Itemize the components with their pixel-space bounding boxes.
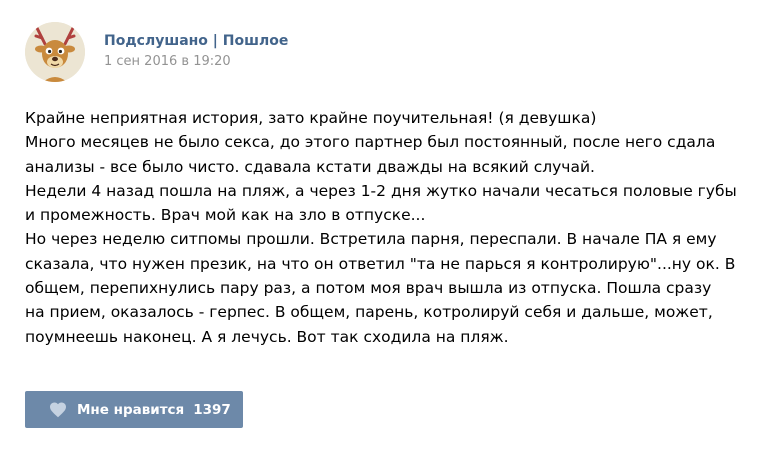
post-text-line: Много месяцев не было секса, до этого па… [25, 133, 716, 152]
post-text: Крайне неприятная история, зато крайне п… [25, 106, 765, 349]
like-button[interactable]: Мне нравится 1397 [25, 391, 243, 428]
heart-icon [50, 402, 66, 417]
post-text-line: сказала, что нужен презик, на что он отв… [25, 254, 736, 273]
post-text-line: общем, перепихнулись пару раз, а потом м… [25, 279, 712, 298]
post-text-line: Недели 4 назад пошла на пляж, а через 1-… [25, 181, 737, 200]
post-text-line: и промежность. Врач мой как на зло в отп… [25, 206, 426, 225]
avatar[interactable] [25, 22, 85, 82]
post-author-link[interactable]: Подслушано | Пошлое [104, 32, 288, 50]
like-label: Мне нравится [77, 401, 185, 418]
post-text-line: поумнеешь наконец. А я лечусь. Вот так с… [25, 327, 509, 346]
post-text-line: Но через неделю ситпомы прошли. Встретил… [25, 230, 717, 249]
wall-post: Подслушано | Пошлое 1 сен 2016 в 19:20 К… [0, 0, 781, 449]
post-text-line: на прием, оказалось - герпес. В общем, п… [25, 303, 713, 322]
post-text-line: анализы - все было чисто. сдавала кстати… [25, 157, 595, 176]
like-count: 1397 [193, 401, 231, 418]
deer-avatar-icon [25, 22, 85, 82]
post-date-link[interactable]: 1 сен 2016 в 19:20 [104, 53, 231, 70]
post-text-line: Крайне неприятная история, зато крайне п… [25, 109, 597, 127]
